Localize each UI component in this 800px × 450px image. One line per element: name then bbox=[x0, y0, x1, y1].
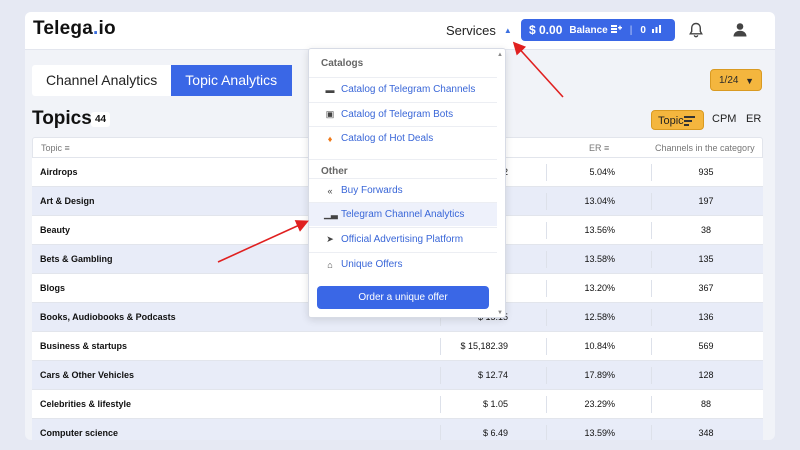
annotation-arrows bbox=[217, 41, 564, 263]
annotation-arrow-services bbox=[512, 41, 564, 98]
annotation-arrow-analytics bbox=[217, 220, 309, 263]
